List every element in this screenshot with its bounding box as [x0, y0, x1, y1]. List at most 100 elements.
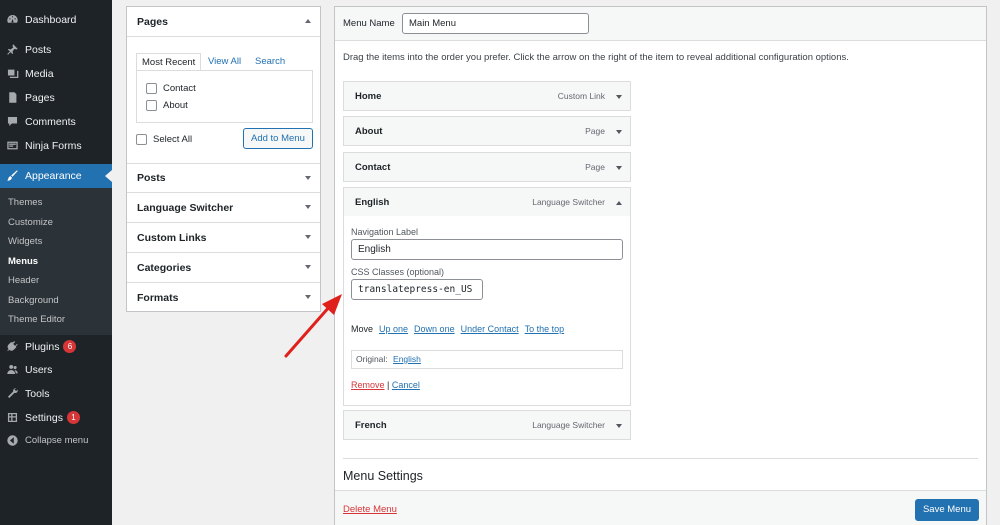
nav-label: Collapse menu [25, 435, 89, 447]
submenu-background[interactable]: Background [8, 295, 59, 306]
nav-label: Comments [25, 115, 76, 128]
expand-arrow-icon[interactable] [616, 166, 622, 170]
menu-name-header: Menu Name [335, 7, 986, 41]
tab-search[interactable]: Search [255, 53, 285, 71]
menu-name-input[interactable] [402, 13, 589, 34]
accordion-custom-links-header[interactable]: Custom Links [127, 223, 320, 253]
nav-pages[interactable]: Pages [0, 86, 112, 110]
move-to-top-link[interactable]: To the top [525, 324, 565, 334]
menu-item-contact[interactable]: Contact Page [343, 152, 631, 182]
move-down-one-link[interactable]: Down one [414, 324, 455, 334]
checkbox-label: Contact [163, 83, 196, 94]
menu-item-type: Page [585, 162, 605, 172]
checkbox[interactable] [146, 83, 157, 94]
menu-item-title: About [355, 126, 383, 137]
nav-comments[interactable]: Comments [0, 110, 112, 134]
section-divider [343, 458, 978, 459]
checkbox[interactable] [146, 100, 157, 111]
nav-appearance[interactable]: Appearance [0, 164, 112, 188]
nav-label: Media [25, 67, 54, 80]
nav-label: Dashboard [25, 13, 77, 26]
pages-list-box: Contact About [136, 70, 313, 123]
css-classes-input[interactable] [351, 279, 483, 300]
collapse-icon [6, 434, 19, 447]
cancel-link[interactable]: Cancel [392, 380, 420, 390]
settings-icon [6, 411, 19, 424]
menu-settings-heading: Menu Settings [343, 469, 423, 483]
expand-arrow-icon [305, 205, 311, 209]
select-all-label: Select All [153, 134, 193, 145]
move-links: Move Up one Down one Under Contact To th… [351, 324, 564, 334]
submenu-header[interactable]: Header [8, 275, 39, 286]
submenu-widgets[interactable]: Widgets [8, 236, 42, 247]
menu-item-title: Contact [355, 162, 391, 173]
nav-label: Pages [25, 91, 55, 104]
appearance-submenu: Themes Customize Widgets Menus Header Ba… [0, 188, 112, 335]
select-all-checkbox[interactable] [136, 134, 147, 145]
collapse-arrow-icon[interactable] [616, 201, 622, 205]
original-link[interactable]: English [393, 354, 421, 364]
section-title: Categories [137, 261, 192, 274]
nav-media[interactable]: Media [0, 62, 112, 86]
comment-icon [6, 115, 19, 128]
media-icon [6, 67, 19, 80]
section-title: Posts [137, 172, 166, 184]
nav-ninja-forms[interactable]: Ninja Forms [0, 134, 112, 158]
item-actions: Remove | Cancel [351, 380, 420, 390]
menu-item-about[interactable]: About Page [343, 116, 631, 146]
users-icon [6, 363, 19, 376]
settings-update-badge: 1 [66, 411, 80, 425]
menu-item-english-settings: Navigation Label CSS Classes (optional) … [343, 216, 631, 406]
tab-most-recent[interactable]: Most Recent [136, 53, 202, 71]
dashboard-icon [6, 13, 19, 26]
expand-arrow-icon[interactable] [616, 424, 622, 428]
expand-arrow-icon[interactable] [616, 130, 622, 134]
pages-icon [6, 91, 19, 104]
nav-label: Tools [25, 387, 50, 400]
nav-dashboard[interactable]: Dashboard [0, 8, 112, 32]
submenu-themes[interactable]: Themes [8, 197, 42, 208]
menu-footer: Delete Menu Save Menu [335, 490, 986, 525]
expand-arrow-icon [305, 265, 311, 269]
submenu-theme-editor[interactable]: Theme Editor [8, 314, 65, 325]
save-menu-button[interactable]: Save Menu [915, 499, 979, 521]
select-all-row: Select All [136, 134, 192, 145]
menu-item-title: English [355, 197, 390, 208]
nav-label: Appearance [25, 169, 82, 182]
menu-item-type: Page [585, 126, 605, 136]
accordion-posts-header[interactable]: Posts [127, 163, 320, 193]
remove-link[interactable]: Remove [351, 380, 385, 390]
pages-tabs: Most Recent View All Search [136, 53, 313, 71]
accordion-language-switcher-header[interactable]: Language Switcher [127, 193, 320, 223]
checkbox-label: About [163, 100, 188, 111]
nav-tools[interactable]: Tools [0, 382, 112, 406]
accordion-categories-header[interactable]: Categories [127, 253, 320, 283]
submenu-menus[interactable]: Menus [8, 256, 38, 267]
nav-users[interactable]: Users [0, 358, 112, 382]
collapse-menu-button[interactable]: Collapse menu [0, 429, 112, 453]
move-up-one-link[interactable]: Up one [379, 324, 408, 334]
move-under-contact-link[interactable]: Under Contact [461, 324, 519, 334]
menu-item-type: Language Switcher [532, 197, 605, 207]
add-to-menu-button[interactable]: Add to Menu [243, 128, 313, 149]
menu-item-home[interactable]: Home Custom Link [343, 81, 631, 111]
nav-posts[interactable]: Posts [0, 38, 112, 62]
tab-view-all[interactable]: View All [208, 53, 241, 71]
section-title: Formats [137, 292, 179, 304]
plugins-update-badge: 6 [63, 340, 77, 354]
expand-arrow-icon [305, 176, 311, 180]
expand-arrow-icon[interactable] [616, 95, 622, 99]
action-separator: | [387, 380, 390, 390]
nav-plugins[interactable]: Plugins 6 [0, 335, 112, 359]
nav-settings[interactable]: Settings 1 [0, 406, 112, 430]
original-label: Original: [356, 354, 388, 364]
submenu-customize[interactable]: Customize [8, 217, 53, 228]
menu-item-english[interactable]: English Language Switcher [343, 187, 631, 217]
move-label: Move [351, 324, 374, 334]
menu-item-french[interactable]: French Language Switcher [343, 410, 631, 440]
accordion-pages-header[interactable]: Pages [127, 7, 320, 37]
delete-menu-link[interactable]: Delete Menu [343, 504, 397, 515]
navigation-label-input[interactable] [351, 239, 623, 260]
admin-sidebar: Dashboard Posts Media Pages Comments Nin… [0, 0, 112, 525]
menu-structure-panel: Menu Name Drag the items into the order … [334, 6, 987, 525]
